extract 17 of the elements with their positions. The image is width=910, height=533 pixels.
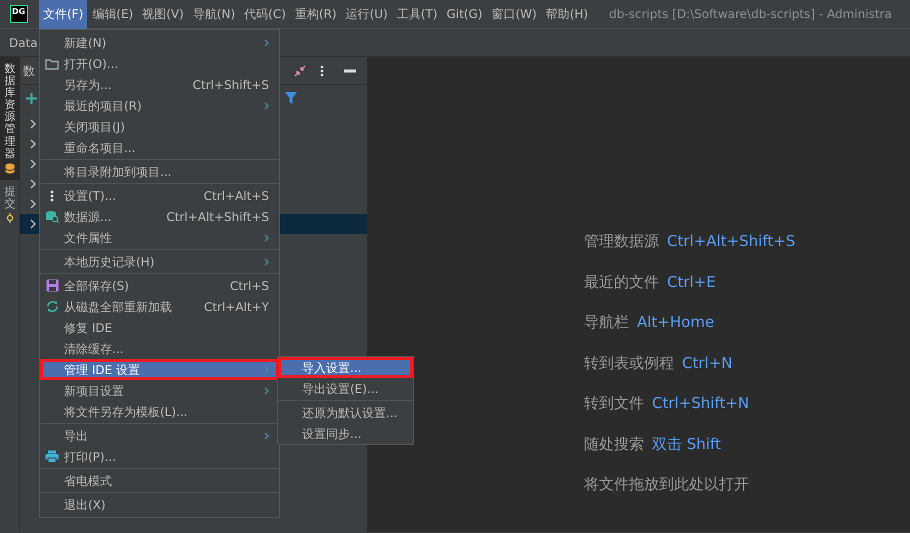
app-logo: DG	[10, 5, 28, 23]
hint-label: 管理数据源	[584, 231, 659, 252]
hint-label: 导航栏	[584, 312, 629, 333]
shortcut-text: Ctrl+E	[667, 272, 716, 292]
shortcut-text: Ctrl+Alt+Shift+S	[667, 231, 796, 252]
shortcut-text: Ctrl+N	[682, 352, 732, 374]
shortcut-text: 双击 Shift	[652, 434, 721, 454]
hint-label: 转到表或例程	[584, 352, 674, 374]
shortcut-text: Ctrl+Shift+N	[652, 393, 750, 414]
hint-label: 转到文件	[584, 393, 644, 414]
shortcut-text: Alt+Home	[637, 312, 714, 333]
hint-label: 随处搜索	[584, 434, 644, 454]
panel-title: 数	[23, 62, 35, 80]
hint-label: 将文件拖放到此处以打开	[584, 474, 749, 495]
breadcrumb-label: Data	[8, 34, 38, 52]
window-title: db-scripts [D:\Software\db-scripts] - Administra	[609, 6, 892, 23]
hint-label: 最近的文件	[584, 272, 659, 292]
